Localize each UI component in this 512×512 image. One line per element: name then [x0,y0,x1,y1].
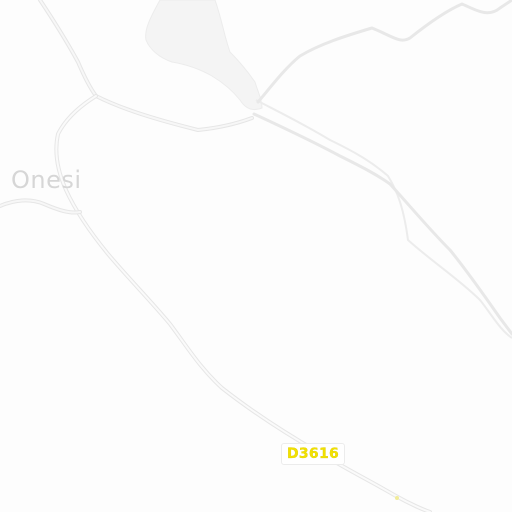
road-main [54,94,432,512]
road-north-east [256,0,512,104]
water-body [145,0,263,111]
place-label-onesi: Onesi [11,166,82,194]
map-base-layer [0,0,512,512]
river-line [255,99,512,339]
road-shield-d3616: D3616 [281,443,345,465]
map-canvas[interactable]: Onesi D3616 [0,0,512,512]
poi-dot [395,496,399,500]
road-east [252,112,512,336]
